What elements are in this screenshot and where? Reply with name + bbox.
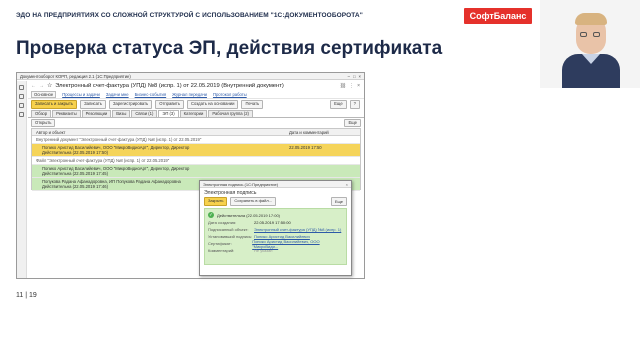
tab-visas[interactable]: Визы	[112, 110, 131, 117]
maximize-icon[interactable]: □	[353, 74, 356, 79]
minimize-icon[interactable]: –	[348, 74, 350, 79]
row-object: Внутренний документ "Электронный счет-фа…	[36, 137, 202, 142]
dialog-close-button[interactable]: Закрыть	[204, 197, 228, 206]
save-and-close-button[interactable]: Записать и закрыть	[31, 100, 78, 109]
tab-categories[interactable]: Категории	[179, 110, 208, 117]
dialog-heading: Электронная подпись	[204, 189, 257, 196]
link-work-log[interactable]: Протокол работы	[213, 92, 247, 97]
table-row[interactable]: Файл "Электронный счет-фактура (УПД) №8 …	[32, 157, 360, 165]
signature-status: ✓ Действительна (22.05.2019 17:00)	[208, 211, 343, 219]
star-outline-icon[interactable]: ☆	[47, 83, 52, 89]
form-close-icon[interactable]: ×	[357, 83, 360, 89]
link-main[interactable]: Основное	[31, 91, 57, 98]
field-created: Дата создания: 22.05.2019 17:50:00	[208, 219, 343, 226]
page-total: 19	[29, 292, 37, 299]
form-links-bar: Основное Процессы и задачи Задачи мне Би…	[28, 91, 364, 99]
signature-details: ✓ Действительна (22.05.2019 17:00) Дата …	[204, 208, 347, 265]
row-date: 22.05.2019 17:50	[289, 145, 322, 150]
signatures-more-button[interactable]: Еще	[344, 118, 361, 128]
link-my-tasks[interactable]: Задачи мне	[106, 92, 129, 97]
field-label: Дата создания:	[208, 220, 237, 225]
sidebar	[17, 81, 27, 278]
glasses-left	[580, 32, 587, 37]
link-business-events[interactable]: Бизнес-события	[135, 92, 167, 97]
presenter-hair	[575, 13, 607, 25]
dialog-toolbar: Закрыть Сохранить в файл... Еще	[200, 196, 351, 206]
table-row[interactable]: Внутренний документ "Электронный счет-фа…	[32, 136, 360, 144]
field-certificate: Сертификат: Попико Аристид Василийевич, …	[208, 239, 343, 249]
print-button[interactable]: Печать	[241, 100, 264, 109]
dialog-window-title: Электронная подпись (1С:Предприятие)	[203, 181, 279, 187]
register-button[interactable]: Зарегистрировать	[109, 100, 153, 109]
form-toolbar: Записать и закрыть Записать Зарегистриро…	[28, 99, 364, 110]
more-button[interactable]: Еще	[330, 100, 347, 109]
column-date[interactable]: Дата и комментарий	[287, 130, 329, 135]
table-row[interactable]: Попико Аристид Василийевич, ООО "МикроВи…	[32, 165, 360, 178]
page-counter: 11 | 19	[16, 292, 37, 299]
row-date	[287, 157, 291, 159]
document-header: ← → ☆ Электронный счет-фактура (УПД) №8 …	[28, 81, 364, 91]
save-to-file-button[interactable]: Сохранить в файл...	[230, 197, 277, 206]
field-label: Сертификат:	[208, 241, 232, 246]
window-title: Документооборот КОРП, редакция 2.1 (1С:П…	[20, 73, 131, 79]
tab-attributes[interactable]: Реквизиты	[52, 110, 81, 117]
certificate-link[interactable]: Попико Аристид Василийевич, ООО "МикроВи…	[252, 239, 343, 249]
slide-header-text: ЭДО НА ПРЕДПРИЯТИЯХ СО СЛОЖНОЙ СТРУКТУРО…	[16, 12, 363, 19]
tab-workgroup[interactable]: Рабочая группа (2)	[208, 110, 253, 117]
field-signed-object: Подписанный объект: Электронный счет-фак…	[208, 226, 343, 233]
presentation-slide: ЭДО НА ПРЕДПРИЯТИЯХ СО СЛОЖНОЙ СТРУКТУРО…	[0, 0, 640, 360]
dialog-titlebar: Электронная подпись (1С:Предприятие) ×	[200, 181, 351, 188]
tab-resolutions[interactable]: Резолюции	[81, 110, 112, 117]
check-icon: ✓	[208, 212, 214, 218]
write-button[interactable]: Записать	[80, 100, 106, 109]
signatures-toolbar: Открыть Еще	[28, 118, 364, 128]
slide-title: Проверка статуса ЭП, действия сертификат…	[16, 38, 443, 59]
document-title: Электронный счет-фактура (УПД) №8 (испр.…	[55, 83, 284, 89]
dialog-close-icon[interactable]: ×	[346, 182, 348, 187]
signature-dialog: Электронная подпись (1С:Предприятие) × Э…	[199, 180, 352, 276]
history-icon[interactable]	[19, 103, 24, 108]
field-label: Комментарий:	[208, 248, 235, 253]
row-signer: Попико Аристид Василийевич, ООО "МикроВи…	[42, 145, 190, 155]
tab-links[interactable]: Связи (1)	[131, 110, 158, 117]
form-tabs: Обзор Реквизиты Резолюции Визы Связи (1)…	[28, 110, 364, 118]
glasses-right	[593, 32, 600, 37]
more-menu-icon[interactable]: ⋮	[349, 83, 354, 89]
create-basis-button[interactable]: Создать на основании	[187, 100, 239, 109]
tab-signatures[interactable]: ЭП (3)	[158, 110, 179, 117]
table-row-selected[interactable]: Попико Аристид Василийевич, ООО "МикроВи…	[32, 144, 360, 157]
close-icon[interactable]: ×	[359, 74, 361, 79]
field-value: 22.05.2019 17:50:00	[254, 220, 291, 225]
link-transfer-log[interactable]: Журнал передачи	[172, 92, 207, 97]
link-icon[interactable]: ⛓	[340, 83, 346, 89]
row-signer: Попико Аристид Василийевич, ООО "МикроВи…	[42, 166, 190, 176]
status-text: Действительна (22.05.2019 17:00)	[217, 212, 281, 218]
menu-icon[interactable]	[19, 85, 24, 90]
window-titlebar: Документооборот КОРП, редакция 2.1 (1С:П…	[17, 73, 364, 80]
field-label: Установивший подпись:	[208, 234, 253, 239]
back-arrow-icon[interactable]: ←	[31, 83, 36, 89]
link-processes[interactable]: Процессы и задачи	[62, 92, 100, 97]
row-date	[287, 165, 291, 167]
table-header: Автор и объект Дата и комментарий	[32, 129, 360, 136]
search-icon[interactable]	[19, 112, 24, 117]
field-label: Подписанный объект:	[208, 227, 249, 232]
send-button[interactable]: Отправить	[155, 100, 184, 109]
row-object: Файл "Электронный счет-фактура (УПД) №8 …	[36, 158, 170, 163]
signed-object-link[interactable]: Электронный счет-фактура (УПД) №8 (испр.…	[254, 227, 341, 232]
star-icon[interactable]	[19, 94, 24, 99]
tab-overview[interactable]: Обзор	[31, 110, 52, 117]
softbalans-logo: СофтБаланс	[464, 8, 532, 24]
comment-value: Не указан	[254, 248, 273, 253]
presenter-video	[540, 0, 640, 88]
dialog-more-button[interactable]: Еще	[330, 196, 347, 206]
row-date	[287, 136, 291, 138]
help-button[interactable]: ?	[349, 100, 360, 109]
column-author[interactable]: Автор и объект	[32, 130, 287, 135]
forward-arrow-icon[interactable]: →	[39, 83, 44, 89]
open-button[interactable]: Открыть	[31, 118, 56, 128]
page-number: 11	[16, 292, 24, 299]
